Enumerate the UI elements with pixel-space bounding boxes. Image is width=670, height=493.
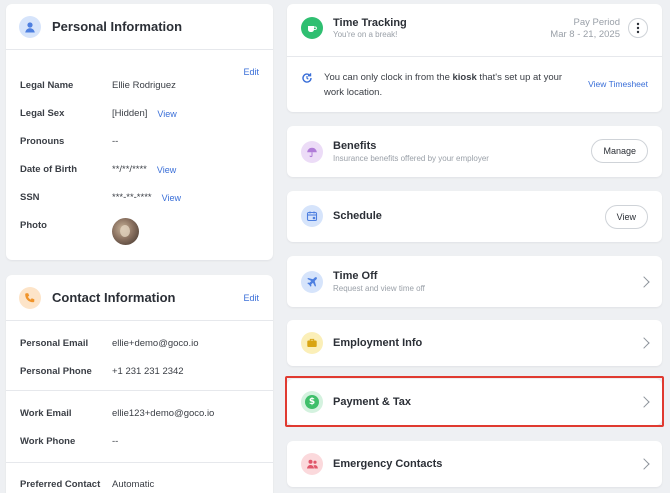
photo-label: Photo bbox=[20, 220, 47, 231]
payment-and-tax-title: Payment & Tax bbox=[333, 396, 412, 408]
legal-name-row: Legal Name Ellie Rodriguez bbox=[20, 80, 176, 91]
contact-divider bbox=[6, 390, 273, 391]
preferred-contact-label: Preferred Contact bbox=[20, 479, 101, 490]
pronouns-row: Pronouns -- bbox=[20, 136, 118, 147]
chevron-right-icon bbox=[638, 458, 650, 470]
chevron-right-icon bbox=[638, 396, 650, 408]
view-timesheet-link[interactable]: View Timesheet bbox=[588, 79, 648, 89]
person-icon bbox=[19, 15, 41, 38]
legal-sex-row: Legal Sex [Hidden] View bbox=[20, 108, 177, 119]
pronouns-label: Pronouns bbox=[20, 136, 65, 147]
personal-information-header: Personal Information bbox=[6, 4, 273, 50]
date-of-birth-row: Date of Birth **/**/**** View bbox=[20, 164, 176, 175]
time-off-subtitle: Request and view time off bbox=[333, 284, 425, 293]
work-email-value: ellie123+demo@goco.io bbox=[112, 408, 215, 419]
payment-and-tax-card[interactable]: $ Payment & Tax bbox=[287, 379, 662, 425]
chevron-right-icon bbox=[638, 276, 650, 288]
work-phone-value: -- bbox=[112, 436, 119, 447]
emergency-contacts-title: Emergency Contacts bbox=[333, 458, 443, 470]
employment-info-title: Employment Info bbox=[333, 337, 423, 349]
time-tracking-card: Time Tracking You're on a break! Pay Per… bbox=[287, 4, 662, 112]
work-phone-label: Work Phone bbox=[20, 436, 76, 447]
legal-name-value: Ellie Rodriguez bbox=[112, 80, 176, 91]
contact-edit-link[interactable]: Edit bbox=[243, 293, 259, 303]
ssn-view-link[interactable]: View bbox=[162, 193, 181, 203]
personal-phone-row: Personal Phone +1 231 231 2342 bbox=[20, 366, 184, 377]
benefits-subtitle: Insurance benefits offered by your emplo… bbox=[333, 154, 489, 163]
manage-benefits-button[interactable]: Manage bbox=[591, 139, 648, 163]
contact-information-header: Contact Information bbox=[6, 275, 273, 321]
schedule-title: Schedule bbox=[333, 210, 382, 222]
schedule-card[interactable]: Schedule View bbox=[287, 191, 662, 242]
benefits-title: Benefits bbox=[333, 140, 377, 152]
ssn-value: ***-**-**** bbox=[112, 192, 152, 203]
avatar[interactable] bbox=[112, 218, 139, 245]
time-off-title: Time Off bbox=[333, 270, 378, 282]
time-tracking-divider bbox=[287, 56, 662, 57]
emergency-contacts-card[interactable]: Emergency Contacts bbox=[287, 441, 662, 487]
time-tracking-header: Time Tracking You're on a break! bbox=[301, 17, 407, 39]
personal-email-label: Personal Email bbox=[20, 338, 89, 349]
legal-sex-value: [Hidden] bbox=[112, 108, 148, 119]
preferred-contact-row: Preferred Contact Automatic bbox=[20, 479, 154, 490]
legal-sex-view-link[interactable]: View bbox=[157, 109, 176, 119]
pay-period-label: Pay Period bbox=[573, 17, 620, 28]
time-off-content: Time Off Request and view time off bbox=[301, 270, 425, 293]
legal-name-label: Legal Name bbox=[20, 80, 74, 91]
contact-information-card: Contact Information Edit Personal Email … bbox=[6, 275, 273, 493]
kiosk-notice-text: You can only clock in from the bbox=[324, 72, 453, 83]
coffee-cup-icon bbox=[301, 17, 323, 39]
work-email-label: Work Email bbox=[20, 408, 72, 419]
kiosk-notice-bold: kiosk bbox=[452, 72, 477, 83]
date-of-birth-value: **/**/**** bbox=[112, 164, 147, 175]
pay-period: Pay Period Mar 8 - 21, 2025 bbox=[550, 17, 620, 40]
vertical-dots-icon bbox=[636, 22, 640, 34]
date-of-birth-view-link[interactable]: View bbox=[157, 165, 176, 175]
airplane-icon bbox=[301, 270, 323, 293]
dollar-icon: $ bbox=[301, 391, 323, 413]
contact-divider-2 bbox=[6, 462, 273, 463]
emergency-contacts-content: Emergency Contacts bbox=[301, 453, 442, 475]
personal-edit-link[interactable]: Edit bbox=[243, 67, 259, 77]
view-schedule-button[interactable]: View bbox=[604, 205, 648, 229]
contact-information-title: Contact Information bbox=[52, 290, 176, 305]
ssn-label: SSN bbox=[20, 192, 40, 203]
pay-period-value: Mar 8 - 21, 2025 bbox=[550, 29, 620, 40]
chevron-right-icon bbox=[638, 337, 650, 349]
work-phone-row: Work Phone -- bbox=[20, 436, 118, 447]
personal-information-card: Personal Information Edit Legal Name Ell… bbox=[6, 4, 273, 260]
personal-email-value: ellie+demo@goco.io bbox=[112, 338, 199, 349]
clock-refresh-icon bbox=[301, 71, 313, 89]
ssn-row: SSN ***-**-**** View bbox=[20, 192, 181, 203]
time-off-card[interactable]: Time Off Request and view time off bbox=[287, 256, 662, 307]
personal-phone-label: Personal Phone bbox=[20, 366, 92, 377]
work-email-row: Work Email ellie123+demo@goco.io bbox=[20, 408, 214, 419]
pronouns-value: -- bbox=[112, 136, 119, 147]
benefits-content: Benefits Insurance benefits offered by y… bbox=[301, 140, 489, 163]
payment-and-tax-content: $ Payment & Tax bbox=[301, 391, 411, 413]
people-icon bbox=[301, 453, 323, 475]
date-of-birth-label: Date of Birth bbox=[20, 164, 77, 175]
personal-phone-value: +1 231 231 2342 bbox=[112, 366, 184, 377]
calendar-icon bbox=[301, 205, 323, 227]
photo-row: Photo bbox=[20, 218, 139, 245]
personal-email-row: Personal Email ellie+demo@goco.io bbox=[20, 338, 199, 349]
employment-info-content: Employment Info bbox=[301, 332, 422, 354]
umbrella-icon bbox=[301, 140, 323, 163]
schedule-content: Schedule bbox=[301, 205, 382, 227]
phone-icon bbox=[19, 286, 41, 309]
personal-information-title: Personal Information bbox=[52, 19, 183, 34]
time-tracking-title: Time Tracking bbox=[333, 17, 407, 29]
time-tracking-status: You're on a break! bbox=[333, 30, 398, 39]
briefcase-icon bbox=[301, 332, 323, 354]
more-options-button[interactable] bbox=[628, 18, 648, 38]
benefits-card[interactable]: Benefits Insurance benefits offered by y… bbox=[287, 126, 662, 177]
kiosk-notice: You can only clock in from the kiosk tha… bbox=[324, 70, 582, 100]
preferred-contact-value: Automatic bbox=[112, 479, 155, 490]
legal-sex-label: Legal Sex bbox=[20, 108, 65, 119]
employment-info-card[interactable]: Employment Info bbox=[287, 320, 662, 366]
